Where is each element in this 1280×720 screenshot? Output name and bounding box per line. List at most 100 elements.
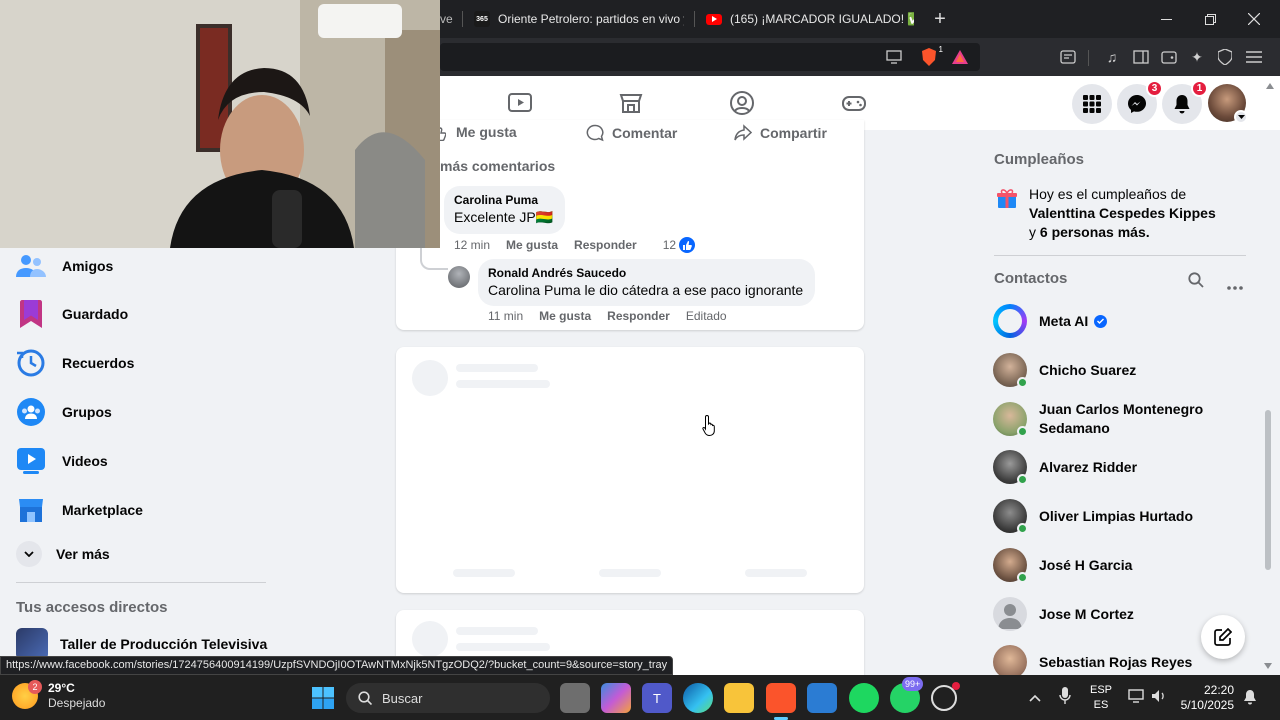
vpn-icon[interactable] — [1215, 47, 1235, 67]
sidebar-toggle-icon[interactable] — [1131, 47, 1151, 67]
contact-item[interactable]: Jose M Cortez — [993, 597, 1134, 631]
language-indicator[interactable]: ESP ES — [1090, 683, 1112, 713]
sidebar-item-label: Grupos — [62, 404, 112, 420]
contact-avatar — [993, 645, 1027, 679]
like-action-button[interactable]: Me gusta — [432, 124, 517, 142]
sidebar-item-marketplace[interactable]: Marketplace — [16, 490, 143, 530]
comment-reactions[interactable]: 12 — [663, 237, 696, 253]
obs-icon[interactable] — [931, 682, 960, 711]
comment-reply-link[interactable]: Responder — [574, 238, 637, 252]
comment-reply-link[interactable]: Responder — [607, 309, 670, 323]
messenger-button[interactable]: 3 — [1117, 80, 1163, 124]
microphone-icon[interactable] — [1059, 687, 1071, 710]
marketplace-nav-icon[interactable] — [618, 90, 644, 116]
comment-time[interactable]: 12 min — [454, 238, 490, 252]
sidebar-divider — [16, 582, 266, 583]
new-message-button[interactable] — [1201, 615, 1245, 659]
network-icon[interactable] — [1128, 689, 1144, 708]
browser-tab-1[interactable]: ve — [440, 0, 460, 38]
compose-icon — [1214, 628, 1232, 646]
commenter-avatar[interactable] — [448, 266, 470, 288]
more-options-icon[interactable] — [1227, 277, 1243, 295]
scrollbar-thumb[interactable] — [1265, 410, 1271, 570]
spotify-icon[interactable] — [849, 683, 879, 713]
system-clock[interactable]: 22:20 5/10/2025 — [1178, 683, 1234, 713]
share-action-button[interactable]: Compartir — [734, 124, 827, 142]
start-button[interactable] — [308, 683, 338, 713]
search-contacts-icon[interactable] — [1188, 272, 1204, 293]
comment-author[interactable]: Ronald Andrés Saucedo — [488, 266, 803, 280]
store-icon[interactable] — [807, 683, 837, 713]
menu-icon[interactable] — [1244, 47, 1264, 67]
whatsapp-icon[interactable]: 99+ — [890, 677, 924, 713]
gaming-icon[interactable] — [841, 90, 867, 116]
notifications-button[interactable]: 1 — [1162, 80, 1208, 124]
see-more-button[interactable]: Ver más — [16, 534, 110, 574]
comment-time[interactable]: 11 min — [488, 309, 523, 323]
birthday-text[interactable]: Hoy es el cumpleaños de Valenttina Cespe… — [1029, 185, 1224, 242]
volume-icon[interactable] — [1151, 689, 1167, 708]
browser-tab-2[interactable]: 365 Oriente Petrolero: partidos en vivo … — [474, 0, 684, 38]
skeleton-line — [453, 569, 515, 577]
sidebar-item-memories[interactable]: Recuerdos — [16, 343, 134, 383]
close-window-button[interactable] — [1232, 0, 1276, 38]
scroll-down-arrow[interactable] — [1264, 663, 1272, 669]
edge-icon[interactable] — [683, 683, 713, 713]
contact-item[interactable]: Chicho Suarez — [993, 353, 1136, 388]
browser-tab-3[interactable]: (165) ¡MARCADOR IGUALADO! ✅ To... — [706, 0, 914, 38]
contact-name: Oliver Limpias Hurtado — [1039, 508, 1194, 524]
brave-icon[interactable] — [766, 683, 796, 713]
sidebar-item-groups[interactable]: Grupos — [16, 392, 112, 432]
wallet-icon[interactable] — [1159, 47, 1179, 67]
cast-icon[interactable] — [884, 47, 904, 67]
search-placeholder: Buscar — [382, 690, 423, 706]
teams-icon[interactable]: T — [642, 683, 672, 713]
skeleton-avatar — [412, 621, 448, 657]
brave-rewards-icon[interactable] — [950, 47, 970, 67]
notification-center-icon[interactable] — [1243, 689, 1257, 710]
new-tab-button[interactable]: + — [928, 0, 952, 38]
comment-action-label: Comentar — [612, 125, 678, 141]
leo-ai-icon[interactable]: ✦ — [1187, 47, 1207, 67]
like-reaction-icon — [679, 237, 696, 253]
groups-nav-icon[interactable] — [729, 90, 755, 116]
contact-item[interactable]: Alvarez Ridder — [993, 450, 1137, 485]
menu-grid-button[interactable] — [1072, 84, 1112, 124]
skeleton-line — [456, 627, 538, 635]
watch-icon[interactable] — [507, 90, 533, 116]
chevron-up-icon[interactable] — [1029, 689, 1041, 707]
task-view-icon[interactable] — [560, 683, 590, 713]
like-action-label: Me gusta — [456, 124, 517, 140]
contact-meta-ai[interactable]: Meta AI — [993, 304, 1108, 338]
language-secondary: ES — [1093, 699, 1109, 711]
contact-item[interactable]: Juan Carlos Montenegro Sedamano — [993, 400, 1203, 438]
sidebar-item-saved[interactable]: Guardado — [16, 294, 128, 334]
minimize-button[interactable] — [1144, 0, 1188, 38]
more-comments-link[interactable]: más comentarios — [440, 158, 555, 174]
brave-shields-icon[interactable]: 1 — [919, 45, 943, 67]
comment-like-link[interactable]: Me gusta — [506, 238, 558, 252]
comment-text: Carolina Puma le dio cátedra a ese paco … — [488, 282, 804, 298]
sidebar-item-friends[interactable]: Amigos — [16, 246, 113, 286]
reader-mode-icon[interactable] — [1058, 47, 1078, 67]
comment-action-button[interactable]: Comentar — [586, 124, 677, 142]
contact-item[interactable]: Sebastian Rojas Reyes — [993, 645, 1192, 679]
taskbar-search[interactable]: Buscar — [346, 683, 550, 713]
clock-time: 22:20 — [1203, 683, 1234, 697]
online-indicator — [1017, 572, 1028, 583]
media-icon[interactable]: ♫ — [1102, 47, 1122, 67]
file-explorer-icon[interactable] — [724, 683, 754, 713]
hand-cursor-icon — [702, 414, 715, 436]
copilot-icon[interactable] — [601, 683, 631, 713]
sidebar-item-videos[interactable]: Videos — [16, 441, 108, 481]
contact-item[interactable]: José H Garcia — [993, 548, 1132, 583]
comment-like-link[interactable]: Me gusta — [539, 309, 591, 323]
tab-label: (165) ¡MARCADOR IGUALADO! ✅ To... — [730, 12, 914, 26]
weather-widget[interactable]: 2 29°C Despejado — [12, 680, 105, 711]
profile-avatar[interactable] — [1208, 84, 1248, 124]
comment-author[interactable]: Carolina Puma — [454, 193, 553, 207]
scroll-up-arrow[interactable] — [1266, 76, 1274, 96]
restore-button[interactable] — [1188, 0, 1232, 38]
address-bar[interactable]: 1 — [440, 43, 980, 71]
contact-item[interactable]: Oliver Limpias Hurtado — [993, 499, 1194, 534]
